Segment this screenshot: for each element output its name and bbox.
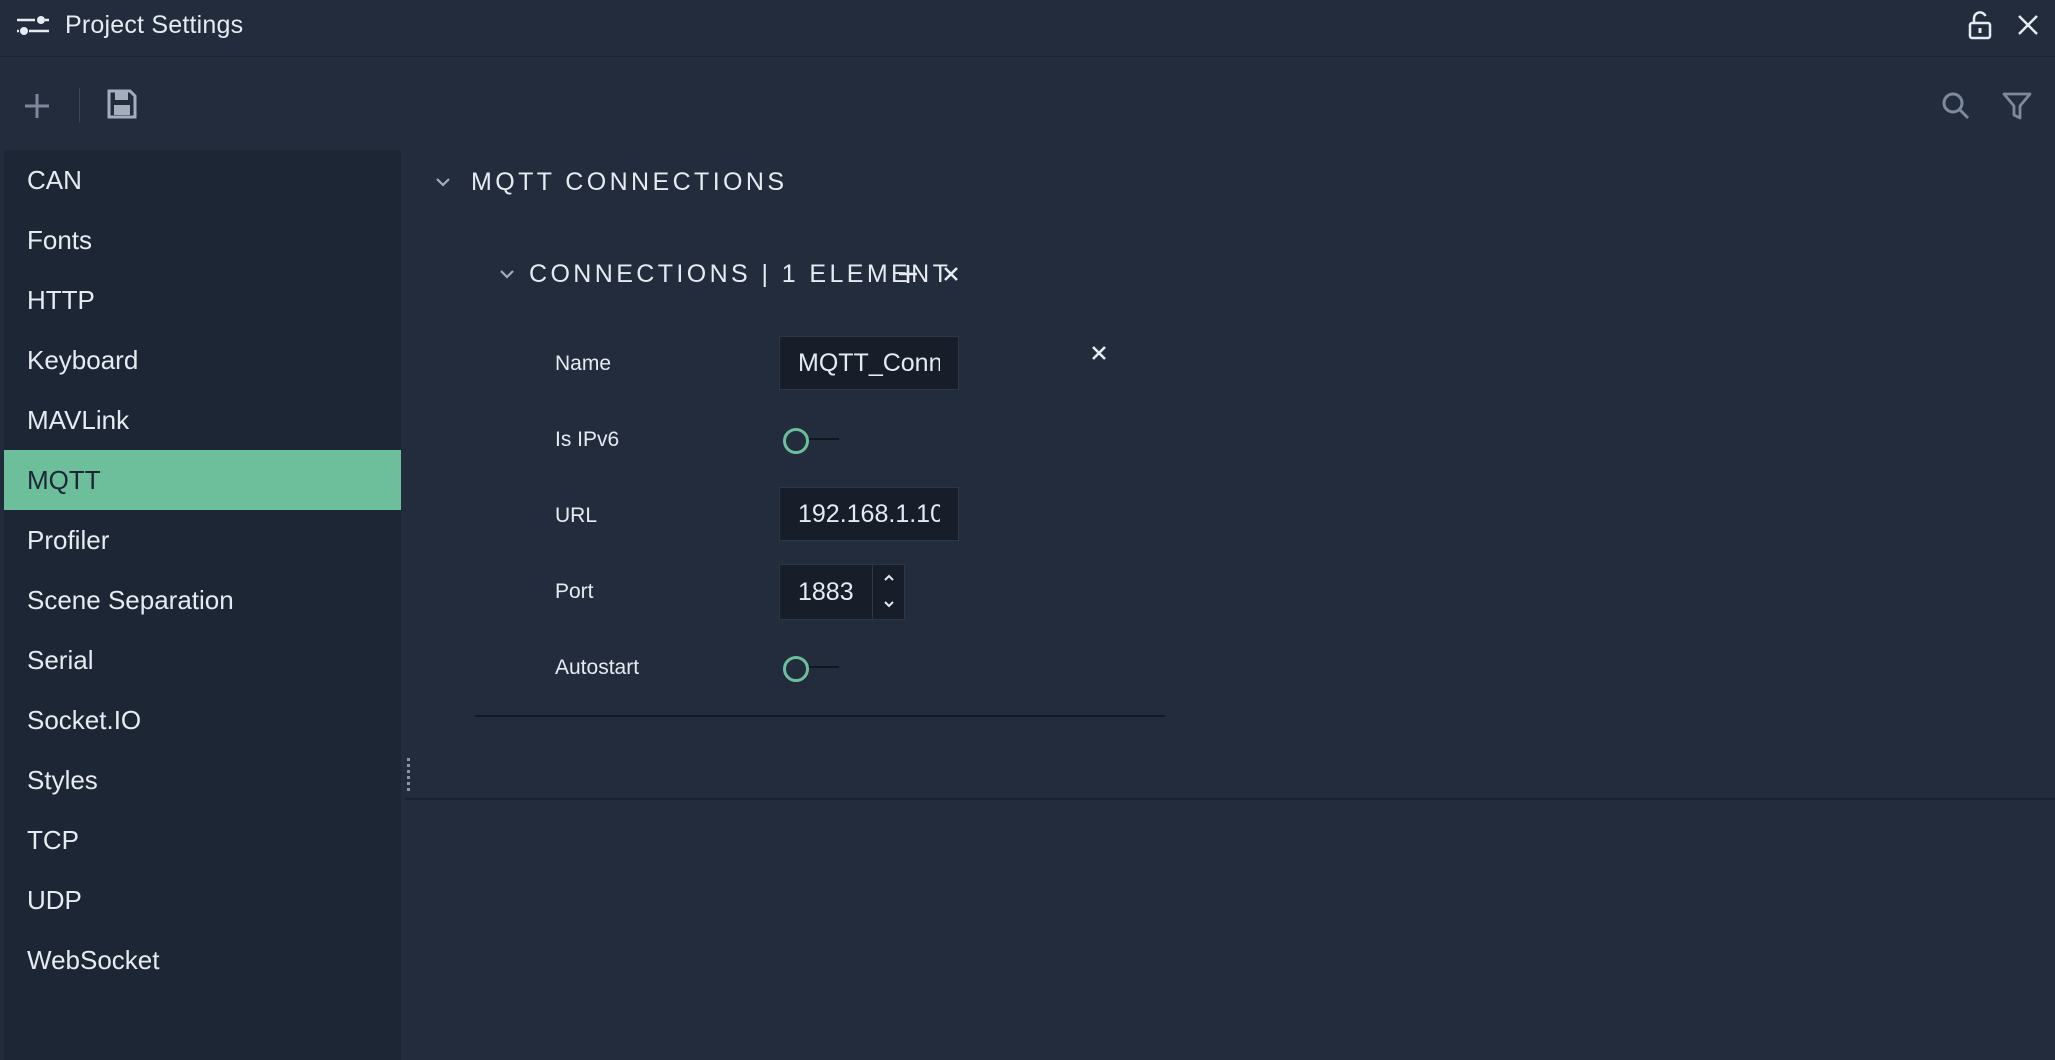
add-icon[interactable] <box>22 91 52 121</box>
port-field[interactable] <box>780 565 870 619</box>
sidebar-item-websocket[interactable]: WebSocket <box>4 930 401 990</box>
sidebar-item-label: Keyboard <box>27 345 139 375</box>
url-label: URL <box>555 504 598 527</box>
toolbar <box>0 58 2055 148</box>
sidebar-item-label: MQTT <box>27 465 101 495</box>
sliders-icon <box>17 16 49 35</box>
increment-arrow-icon[interactable] <box>881 571 897 585</box>
sidebar-item-profiler[interactable]: Profiler <box>4 510 401 570</box>
content-divider <box>405 798 2055 800</box>
sidebar-item-label: TCP <box>27 825 79 855</box>
sidebar-item-label: Styles <box>27 765 98 795</box>
sidebar-item-styles[interactable]: Styles <box>4 750 401 810</box>
window-title: Project Settings <box>65 11 244 39</box>
sidebar-item-label: CAN <box>27 165 82 195</box>
sidebar-item-fonts[interactable]: Fonts <box>4 210 401 270</box>
clear-elements-icon[interactable] <box>941 264 961 284</box>
sidebar-item-label: HTTP <box>27 285 95 315</box>
is-ipv6-toggle[interactable] <box>779 424 849 454</box>
sidebar-item-label: Scene Separation <box>27 585 234 615</box>
sidebar-item-keyboard[interactable]: Keyboard <box>4 330 401 390</box>
chevron-down-icon <box>436 178 450 187</box>
close-icon[interactable] <box>2015 12 2041 38</box>
sidebar-item-can[interactable]: CAN <box>4 150 401 210</box>
sidebar-item-serial[interactable]: Serial <box>4 630 401 690</box>
settings-category-sidebar: CAN Fonts HTTP Keyboard MAVLink MQTT Pro… <box>4 150 401 1060</box>
connections-list-header: CONNECTIONS | 1 ELEMENT <box>497 256 958 292</box>
sidebar-item-label: Socket.IO <box>27 705 142 735</box>
sidebar-item-label: WebSocket <box>27 945 160 975</box>
sidebar-item-label: MAVLink <box>27 405 130 435</box>
toggle-knob <box>783 428 809 454</box>
sidebar-item-tcp[interactable]: TCP <box>4 810 401 870</box>
settings-content-panel: MQTT CONNECTIONS CONNECTIONS | 1 ELEMENT… <box>405 150 2055 1060</box>
stepper-arrows <box>872 565 905 619</box>
sidebar-item-udp[interactable]: UDP <box>4 870 401 930</box>
sidebar-item-scene-separation[interactable]: Scene Separation <box>4 570 401 630</box>
autostart-label: Autostart <box>555 656 640 679</box>
lock-open-icon[interactable] <box>1967 10 1993 40</box>
decrement-arrow-icon[interactable] <box>881 597 897 611</box>
element-divider <box>475 715 1165 717</box>
section-title: MQTT CONNECTIONS <box>471 167 788 196</box>
sidebar-item-mavlink[interactable]: MAVLink <box>4 390 401 450</box>
connections-title: CONNECTIONS | 1 ELEMENT <box>529 259 952 288</box>
autostart-toggle[interactable] <box>779 652 849 682</box>
name-label: Name <box>555 352 612 375</box>
sidebar-item-http[interactable]: HTTP <box>4 270 401 330</box>
name-field[interactable] <box>779 336 959 390</box>
port-stepper <box>779 564 905 620</box>
port-label: Port <box>555 580 594 603</box>
mqtt-connections-section-header[interactable]: MQTT CONNECTIONS <box>433 164 787 200</box>
sidebar-item-label: Fonts <box>27 225 93 255</box>
url-field[interactable] <box>779 487 959 541</box>
toolbar-separator <box>79 88 80 122</box>
sidebar-item-mqtt[interactable]: MQTT <box>4 450 401 510</box>
search-icon[interactable] <box>1940 90 1972 122</box>
sidebar-item-label: UDP <box>27 885 82 915</box>
filter-icon[interactable] <box>2001 90 2033 122</box>
chevron-down-icon[interactable] <box>497 264 517 284</box>
title-bar: Project Settings <box>0 0 2055 57</box>
toggle-knob <box>783 656 809 682</box>
sidebar-item-label: Serial <box>27 645 94 675</box>
remove-element-icon[interactable] <box>1089 343 1109 363</box>
save-icon[interactable] <box>106 88 138 120</box>
is-ipv6-label: Is IPv6 <box>555 428 620 451</box>
add-element-icon[interactable] <box>896 262 920 286</box>
sidebar-item-socket-io[interactable]: Socket.IO <box>4 690 401 750</box>
sidebar-item-label: Profiler <box>27 525 110 555</box>
